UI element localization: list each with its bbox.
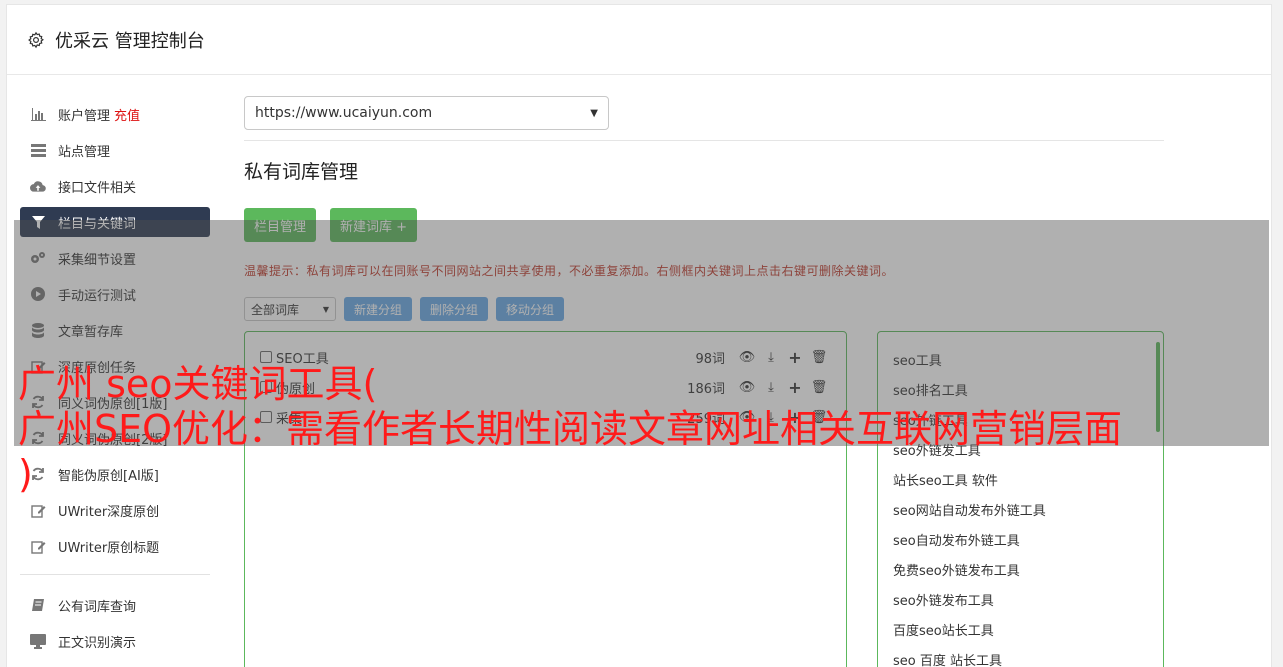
divider [244,140,1164,141]
keyword-item[interactable]: seo外链发布工具 [893,584,1148,614]
sidebar-divider [20,574,210,575]
keyword-item[interactable]: seo网站自动发布外链工具 [893,494,1148,524]
keyword-item[interactable]: seo自动发布外链工具 [893,524,1148,554]
page-title: 私有词库管理 [244,161,359,183]
cloud-upload-icon [30,178,46,194]
site-select-value: https://www.ucaiyun.com [255,105,433,121]
site-select[interactable]: https://www.ucaiyun.com ▼ [244,96,609,130]
edit-icon [30,538,46,554]
sidebar-item-public-lib[interactable]: 公有词库查询 [20,587,210,623]
keyword-item[interactable]: seo 百度 站长工具 [893,644,1148,667]
server-icon [30,142,46,158]
sidebar-item-label: 账户管理 [58,108,111,124]
sidebar-item-account[interactable]: 账户管理 充值 [20,96,210,132]
headline-overlay-text: 广州 seo关键词工具( 广州SEO优化：需看作者长期性阅读文章网址相关互联网营… [18,362,1278,497]
sidebar-item-label: 公有词库查询 [58,599,137,615]
sidebar-item-label: 站点管理 [58,144,111,160]
sidebar-item-label: UWriter深度原创 [58,504,160,520]
sidebar-item-uwriter-deep[interactable]: UWriter深度原创 [20,492,210,528]
headline-line: 广州SEO优化：需看作者长期性阅读文章网址相关互联网营销层面 [18,407,1123,451]
sidebar-item-text-recognition[interactable]: 正文识别演示 [20,623,210,659]
sidebar-item-label: UWriter原创标题 [58,540,160,556]
sidebar-item-uwriter-title[interactable]: UWriter原创标题 [20,528,210,564]
sidebar-item-label: 接口文件相关 [58,180,137,196]
headline-line: 广州 seo关键词工具( [18,362,378,406]
app-title: 优采云 管理控制台 [55,30,205,52]
sidebar-item-label: 正文识别演示 [58,635,137,651]
bar-chart-icon [30,106,46,122]
sidebar-item-sites[interactable]: 站点管理 [20,132,210,168]
chevron-down-icon: ▼ [590,107,598,119]
edit-icon [30,502,46,518]
top-bar: 优采云 管理控制台 [7,5,1271,75]
gear-icon [28,31,44,48]
keyword-item[interactable]: 百度seo站长工具 [893,614,1148,644]
headline-line: ) [18,452,33,496]
recharge-link[interactable]: 充值 [114,105,140,124]
sidebar-item-interface[interactable]: 接口文件相关 [20,168,210,204]
monitor-icon [30,633,46,649]
keyword-item[interactable]: 免费seo外链发布工具 [893,554,1148,584]
book-icon [30,597,46,613]
